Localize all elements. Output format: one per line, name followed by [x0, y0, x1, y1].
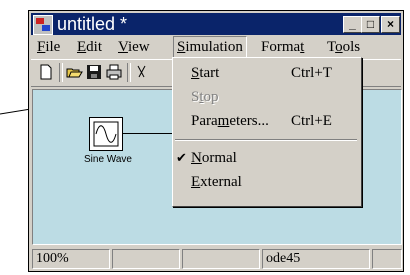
menu-edit[interactable]: Edit	[77, 38, 102, 56]
menu-format[interactable]: Format	[261, 38, 304, 56]
check-icon: ✔	[176, 150, 187, 165]
menu-bar: File Edit View Simulation Format Tools	[31, 36, 401, 58]
menu-simulation[interactable]: Simulation	[173, 36, 247, 58]
minimize-button[interactable]: _	[343, 16, 362, 33]
menu-tools[interactable]: Tools	[327, 38, 360, 56]
new-icon[interactable]	[37, 63, 55, 81]
simulation-menu: Start Ctrl+T Stop Parameters... Ctrl+E ✔…	[172, 57, 362, 207]
print-icon[interactable]	[105, 63, 123, 81]
sine-wave-icon	[93, 121, 119, 147]
toolbar-separator	[59, 63, 63, 82]
sine-wave-block[interactable]	[89, 117, 123, 151]
menu-separator	[175, 139, 357, 141]
status-bar: 100% ode45	[32, 249, 402, 269]
maximize-button[interactable]: □	[361, 16, 380, 33]
menu-item-parameters[interactable]: Parameters... Ctrl+E	[173, 110, 359, 132]
shortcut-parameters: Ctrl+E	[291, 113, 332, 129]
toolbar-separator	[127, 63, 131, 82]
save-icon[interactable]	[85, 63, 103, 81]
menu-view[interactable]: View	[118, 38, 150, 56]
status-cell-empty	[112, 249, 180, 269]
menu-file[interactable]: File	[37, 38, 60, 56]
menu-item-start[interactable]: Start Ctrl+T	[173, 62, 359, 84]
menu-item-external[interactable]: External	[173, 171, 359, 193]
shortcut-start: Ctrl+T	[291, 65, 332, 81]
resize-grip[interactable]	[372, 249, 402, 269]
status-cell-empty	[182, 249, 260, 269]
open-icon[interactable]	[65, 63, 83, 81]
menu-item-stop: Stop	[191, 89, 219, 105]
cut-icon[interactable]	[133, 63, 151, 81]
solver-name: ode45	[262, 249, 370, 269]
title-bar[interactable]: untitled * _ □ ×	[31, 13, 401, 35]
menu-item-normal[interactable]: ✔ Normal	[173, 147, 359, 169]
sine-wave-label: Sine Wave	[84, 154, 132, 165]
close-button[interactable]: ×	[381, 16, 400, 33]
simulink-app-icon[interactable]	[33, 15, 53, 35]
zoom-level: 100%	[32, 249, 110, 269]
window-title: untitled *	[57, 14, 128, 34]
